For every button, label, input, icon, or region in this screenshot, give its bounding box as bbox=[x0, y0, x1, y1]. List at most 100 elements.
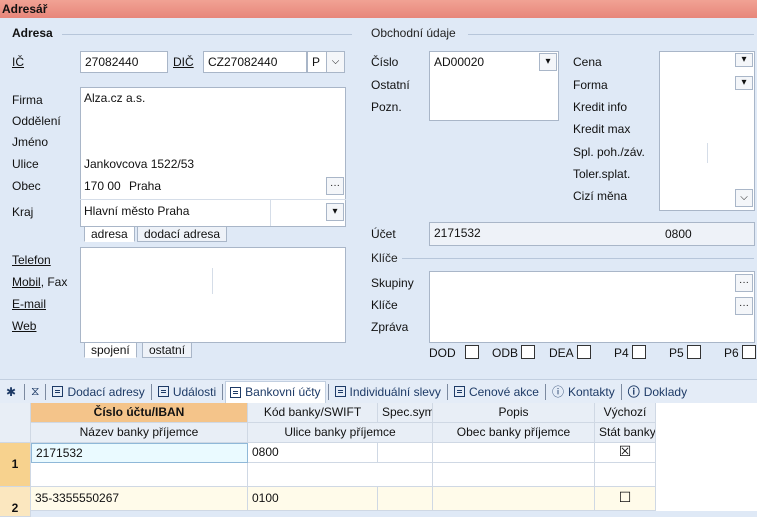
kraj-dropdown-button[interactable]: ▾ bbox=[326, 203, 344, 221]
info-icon: ⓘ bbox=[551, 385, 564, 399]
psc-field[interactable]: 170 00 bbox=[84, 179, 121, 193]
kraj-separator bbox=[80, 199, 346, 200]
tab-udalosti[interactable]: Události bbox=[154, 385, 220, 399]
obec-field[interactable]: Praha bbox=[129, 179, 161, 193]
dic-type-field[interactable]: P bbox=[307, 51, 327, 73]
tab-ostatni[interactable]: ostatní bbox=[142, 342, 193, 358]
telefon-label[interactable]: Telefon bbox=[12, 253, 51, 267]
cell-bank-street[interactable] bbox=[248, 463, 433, 487]
cell-spec-sym[interactable] bbox=[378, 443, 433, 463]
flag-odb-checkbox[interactable] bbox=[521, 345, 535, 359]
cell-default-checkbox[interactable]: ☐ bbox=[595, 487, 656, 511]
tab-bankovni-ucty[interactable]: Bankovní účty bbox=[225, 380, 326, 403]
tab-cenove-akce[interactable]: Cenové akce bbox=[450, 385, 543, 399]
col-header-spec-sym[interactable]: Spec.sym bbox=[378, 403, 433, 423]
cena-dropdown-button[interactable]: ▾ bbox=[735, 53, 753, 67]
info-icon: ⓘ bbox=[627, 385, 640, 399]
col-header-default[interactable]: Výchozí bbox=[595, 403, 656, 423]
cell-bank-code[interactable]: 0100 bbox=[248, 487, 378, 511]
tab-bankovni-ucty-label: Bankovní účty bbox=[245, 385, 321, 399]
business-values-box[interactable] bbox=[659, 51, 755, 211]
asterisk-icon[interactable]: ✱ bbox=[0, 385, 22, 399]
kredit-info-label: Kredit info bbox=[573, 100, 628, 114]
pozn-label: Pozn. bbox=[371, 100, 402, 114]
email-label[interactable]: E-mail bbox=[12, 297, 46, 311]
col-header-popis[interactable]: Popis bbox=[433, 403, 595, 423]
forma-dropdown-button[interactable]: ▾ bbox=[735, 76, 753, 90]
filter-icon[interactable]: ⧖ bbox=[27, 384, 43, 399]
web-label[interactable]: Web bbox=[12, 319, 36, 333]
tab-adresa[interactable]: adresa bbox=[84, 226, 135, 242]
spl-divider bbox=[707, 143, 708, 163]
dic-type-dropdown[interactable]: ⌵ bbox=[326, 51, 345, 73]
cizi-mena-dropdown[interactable]: ⌵ bbox=[735, 189, 753, 207]
ic-field[interactable]: 27082440 bbox=[80, 51, 168, 73]
cell-bank-name[interactable] bbox=[31, 463, 248, 487]
tab-dodaci-adresa[interactable]: dodací adresa bbox=[137, 226, 228, 242]
firma-field[interactable]: Alza.cz a.s. bbox=[84, 91, 145, 105]
list-dropdown-icon: ▾ bbox=[332, 206, 338, 217]
col-header-bank-country[interactable]: Stát banky bbox=[595, 423, 656, 443]
keys-box[interactable] bbox=[429, 271, 755, 343]
cislo-picker-button[interactable]: ▾ bbox=[539, 53, 557, 71]
toler-label: Toler.splat. bbox=[573, 167, 631, 181]
cell-bank-country[interactable] bbox=[595, 463, 656, 487]
bank-accounts-grid: Číslo účtu/IBAN Kód banky/SWIFT Spec.sym… bbox=[0, 403, 757, 517]
address-group-line bbox=[62, 34, 352, 35]
kraj-field[interactable]: Hlavní město Praha bbox=[84, 204, 189, 218]
forma-label: Forma bbox=[573, 78, 608, 92]
tab-individualni-slevy-label: Individuální slevy bbox=[349, 384, 441, 399]
col-header-account[interactable]: Číslo účtu/IBAN bbox=[31, 403, 248, 423]
tab-individualni-slevy[interactable]: Individuální slevy bbox=[331, 385, 445, 399]
tab-kontakty[interactable]: ⓘ Kontakty bbox=[548, 383, 619, 400]
mobil-label[interactable]: Mobil bbox=[12, 275, 41, 289]
tab-dodaci-adresy[interactable]: Dodací adresy bbox=[48, 385, 148, 399]
cell-popis[interactable] bbox=[433, 487, 595, 511]
cell-account[interactable]: 35-3355550267 bbox=[31, 487, 248, 511]
contact-divider bbox=[212, 268, 213, 294]
cizi-mena-label: Cizí měna bbox=[573, 189, 628, 203]
ellipsis-icon: ··· bbox=[330, 180, 340, 191]
flag-p5-checkbox[interactable] bbox=[687, 345, 701, 359]
flag-dea-checkbox[interactable] bbox=[577, 345, 591, 359]
cell-spec-sym[interactable] bbox=[378, 487, 433, 511]
cell-popis[interactable] bbox=[433, 443, 595, 463]
skupiny-picker-button[interactable]: ··· bbox=[735, 274, 753, 292]
ic-label[interactable]: IČ bbox=[12, 55, 24, 69]
obec-picker-button[interactable]: ··· bbox=[326, 177, 344, 195]
list-icon bbox=[453, 386, 465, 397]
toolbar-separator bbox=[45, 383, 47, 400]
flag-p4-checkbox[interactable] bbox=[632, 345, 646, 359]
cell-account[interactable]: 2171532 bbox=[31, 443, 248, 463]
grid-corner bbox=[0, 403, 31, 443]
tab-doklady[interactable]: ⓘ Doklady bbox=[624, 383, 691, 400]
col-header-bank-code[interactable]: Kód banky/SWIFT bbox=[248, 403, 378, 423]
ostatni-label: Ostatní bbox=[371, 78, 410, 92]
flag-p6-label: P6 bbox=[724, 346, 739, 360]
cell-bank-city[interactable] bbox=[433, 463, 595, 487]
flag-p6-checkbox[interactable] bbox=[742, 345, 756, 359]
flag-dod-label: DOD bbox=[429, 346, 456, 360]
tab-spojeni[interactable]: spojení bbox=[84, 342, 137, 358]
contact-box[interactable] bbox=[80, 247, 346, 343]
col-header-bank-city[interactable]: Obec banky příjemce bbox=[433, 423, 595, 443]
ulice-field[interactable]: Jankovcova 1522/53 bbox=[84, 157, 194, 171]
firma-label: Firma bbox=[12, 93, 43, 107]
ucet-label: Účet bbox=[371, 227, 396, 241]
col-header-bank-name[interactable]: Název banky příjemce bbox=[31, 423, 248, 443]
cell-bank-code[interactable]: 0800 bbox=[248, 443, 378, 463]
klice-picker-button[interactable]: ··· bbox=[735, 297, 753, 315]
flag-dod-checkbox[interactable] bbox=[465, 345, 479, 359]
list-icon bbox=[52, 386, 64, 397]
row-number[interactable]: 2 bbox=[0, 487, 31, 517]
tab-dodaci-adresy-label: Dodací adresy bbox=[67, 384, 145, 399]
toolbar-separator bbox=[222, 383, 224, 400]
toolbar-separator bbox=[150, 383, 152, 400]
cell-default-checkbox[interactable]: ☒ bbox=[595, 443, 656, 463]
dic-label[interactable]: DIČ bbox=[173, 55, 194, 69]
col-header-bank-street[interactable]: Ulice banky příjemce bbox=[248, 423, 433, 443]
dic-field[interactable]: CZ27082440 bbox=[203, 51, 307, 73]
toolbar-separator bbox=[24, 383, 25, 400]
row-number[interactable]: 1 bbox=[0, 443, 31, 487]
toolbar-separator bbox=[620, 383, 622, 400]
